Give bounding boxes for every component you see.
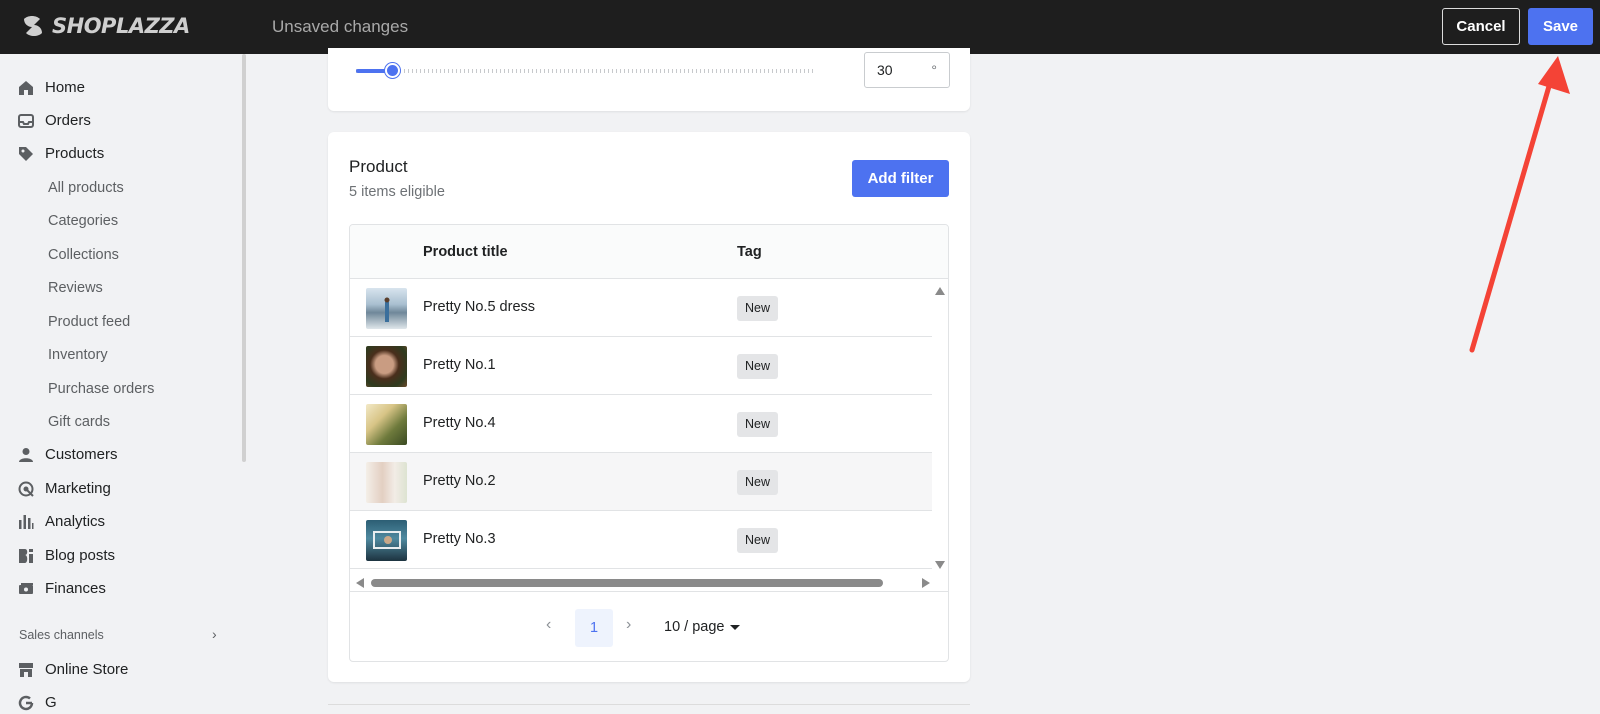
- content-divider: [328, 704, 970, 705]
- page-number-button[interactable]: 1: [575, 609, 613, 647]
- scroll-right-arrow-icon[interactable]: [922, 578, 930, 588]
- product-title: Pretty No.2: [423, 473, 496, 489]
- sidebar-subitem-categories[interactable]: Categories: [48, 213, 118, 229]
- table-row[interactable]: Pretty No.3 New: [350, 511, 932, 569]
- sidebar-item-analytics[interactable]: Analytics: [18, 513, 105, 530]
- sidebar-subitem-collections[interactable]: Collections: [48, 247, 119, 263]
- sidebar-subitem-gift-cards[interactable]: Gift cards: [48, 414, 110, 430]
- table-header: Product title Tag: [350, 225, 948, 279]
- column-product-title: Product title: [423, 244, 508, 260]
- sidebar-item-label: Home: [45, 79, 86, 96]
- chevron-right-icon[interactable]: ›: [212, 626, 217, 642]
- product-card-title: Product: [349, 157, 408, 176]
- sidebar-item-label: Orders: [45, 112, 91, 129]
- sidebar-item-customers[interactable]: Customers: [18, 446, 118, 463]
- red-arrow-annotation-icon: [1469, 56, 1570, 353]
- sidebar-item-finances[interactable]: Finances: [18, 580, 106, 597]
- tag-badge: New: [737, 470, 779, 495]
- product-thumbnail: [366, 404, 407, 445]
- sales-channels-title: Sales channels: [19, 628, 104, 642]
- blog-icon: [18, 548, 34, 564]
- sidebar-item-products[interactable]: Products: [18, 145, 104, 162]
- table-row[interactable]: Pretty No.5 dress New: [350, 279, 932, 337]
- slider-handle[interactable]: [385, 63, 400, 78]
- tag-badge: New: [737, 412, 779, 437]
- sidebar-subitem-purchase-orders[interactable]: Purchase orders: [48, 381, 154, 397]
- sidebar-item-label: Products: [45, 145, 105, 162]
- sidebar-item-label: Analytics: [45, 513, 106, 530]
- scroll-up-arrow-icon[interactable]: [935, 287, 945, 295]
- sidebar-item-label: Blog posts: [45, 547, 116, 564]
- table-row[interactable]: Pretty No.2 New: [350, 453, 932, 511]
- sidebar-item-marketing[interactable]: Marketing: [18, 480, 111, 497]
- sidebar-item-orders[interactable]: Orders: [18, 112, 91, 129]
- scroll-left-arrow-icon[interactable]: [356, 578, 364, 588]
- sidebar-item-label: Customers: [45, 446, 118, 463]
- home-icon: [18, 80, 34, 96]
- person-icon: [18, 447, 34, 463]
- column-tag: Tag: [737, 244, 762, 260]
- caret-down-icon: [730, 624, 741, 630]
- degree-unit: °: [931, 62, 937, 78]
- shoplazza-logo-icon: [24, 16, 42, 36]
- google-icon: [18, 695, 34, 711]
- tag-badge: New: [737, 296, 779, 321]
- store-icon: [18, 662, 34, 678]
- sidebar: Home Orders Products All products Catego…: [0, 54, 246, 714]
- eligible-count: 5 items eligible: [349, 184, 445, 200]
- product-title: Pretty No.1: [423, 357, 496, 373]
- product-thumbnail: [366, 288, 407, 329]
- logo-text: SHOPLAZZA: [52, 14, 190, 38]
- save-button[interactable]: Save: [1528, 8, 1593, 45]
- sidebar-subitem-all-products[interactable]: All products: [48, 180, 124, 196]
- cancel-button[interactable]: Cancel: [1442, 8, 1520, 45]
- horizontal-scrollbar[interactable]: [371, 579, 883, 587]
- product-title: Pretty No.4: [423, 415, 496, 431]
- tag-icon: [18, 146, 34, 162]
- sidebar-item-partial[interactable]: G: [18, 694, 57, 711]
- inbox-icon: [18, 113, 34, 129]
- sidebar-item-online-store[interactable]: Online Store: [18, 661, 128, 678]
- page-size-select[interactable]: 10 / page: [664, 619, 741, 635]
- table-row[interactable]: Pretty No.1 New: [350, 337, 932, 395]
- degree-input[interactable]: 30 °: [864, 52, 950, 88]
- sidebar-subitem-inventory[interactable]: Inventory: [48, 347, 108, 363]
- product-thumbnail: [366, 462, 407, 503]
- product-card: Product 5 items eligible Add filter Prod…: [328, 132, 970, 682]
- next-page-icon[interactable]: ›: [626, 616, 631, 634]
- product-title: Pretty No.3: [423, 531, 496, 547]
- degree-value: 30: [877, 62, 893, 78]
- sidebar-subitem-reviews[interactable]: Reviews: [48, 280, 103, 296]
- scroll-down-arrow-icon[interactable]: [935, 561, 945, 569]
- unsaved-changes-label: Unsaved changes: [272, 17, 409, 36]
- prev-page-icon[interactable]: ‹: [546, 616, 551, 634]
- sidebar-item-label: G: [45, 694, 57, 711]
- pagination: ‹ 1 › 10 / page: [350, 591, 948, 661]
- product-thumbnail: [366, 520, 407, 561]
- bar-chart-icon: [18, 514, 34, 530]
- target-icon: [18, 481, 34, 497]
- table-row[interactable]: Pretty No.4 New: [350, 395, 932, 453]
- money-icon: [18, 581, 34, 597]
- product-table: Product title Tag Pretty No.5 dress New …: [349, 224, 949, 662]
- sidebar-item-home[interactable]: Home: [18, 79, 85, 96]
- top-bar: SHOPLAZZA Unsaved changes Cancel Save: [0, 0, 1600, 54]
- sidebar-subitem-product-feed[interactable]: Product feed: [48, 314, 130, 330]
- sidebar-item-label: Marketing: [45, 480, 111, 497]
- add-filter-button[interactable]: Add filter: [852, 160, 949, 197]
- product-title: Pretty No.5 dress: [423, 299, 536, 315]
- slider-track[interactable]: [356, 69, 816, 73]
- sidebar-scrollbar[interactable]: [242, 54, 246, 462]
- tag-badge: New: [737, 528, 779, 553]
- sidebar-item-blog-posts[interactable]: Blog posts: [18, 547, 115, 564]
- rotation-card: 30 °: [328, 48, 970, 111]
- product-thumbnail: [366, 346, 407, 387]
- shoplazza-logo[interactable]: SHOPLAZZA: [20, 13, 190, 39]
- page-size-label: 10 / page: [664, 619, 725, 635]
- tag-badge: New: [737, 354, 779, 379]
- sidebar-item-label: Finances: [45, 580, 106, 597]
- sidebar-item-label: Online Store: [45, 661, 129, 678]
